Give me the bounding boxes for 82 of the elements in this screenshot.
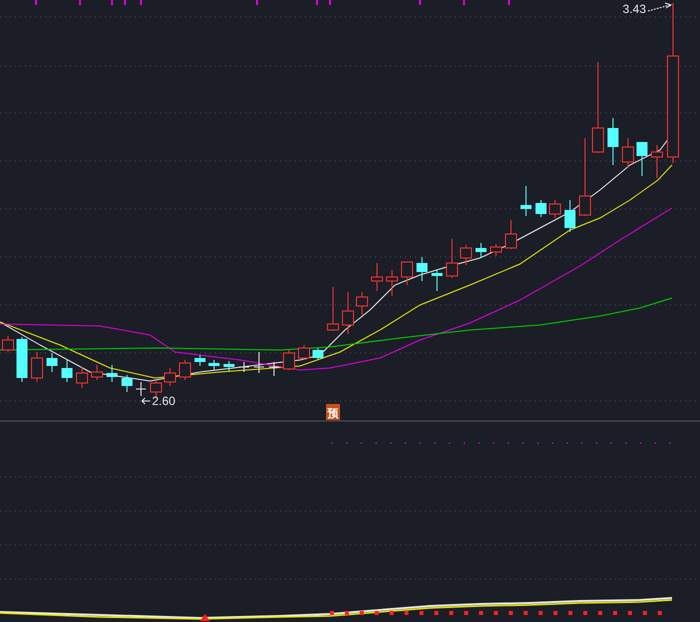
signal-tick <box>463 0 465 5</box>
signal-tick <box>124 0 126 5</box>
candlestick <box>238 362 250 372</box>
signal-marker <box>434 611 438 615</box>
candlestick <box>416 256 428 282</box>
candlestick <box>106 364 118 382</box>
candlestick <box>536 200 546 218</box>
candlestick <box>283 350 295 370</box>
candlestick <box>476 242 486 258</box>
signal-marker <box>494 611 498 615</box>
candlestick <box>122 374 132 392</box>
candlestick <box>636 142 648 176</box>
signal-marker <box>374 611 379 615</box>
candlestick <box>371 262 383 292</box>
candlestick <box>446 238 458 278</box>
signal-marker <box>538 611 543 615</box>
signal-marker <box>419 611 424 615</box>
signal-marker <box>613 611 618 615</box>
signal-marker <box>390 611 394 615</box>
signal-marker <box>554 611 558 615</box>
signal-marker <box>524 611 528 615</box>
forecast-badge: 预 <box>326 404 340 420</box>
candlestick <box>194 354 206 366</box>
candlestick <box>312 348 324 360</box>
signal-marker <box>568 611 572 615</box>
candlestick <box>62 360 72 382</box>
signal-tick <box>329 0 331 5</box>
signal-marker <box>598 611 602 615</box>
candlestick <box>224 360 234 372</box>
signal-tick <box>508 0 510 5</box>
candlestick <box>505 220 517 250</box>
candlestick <box>136 382 146 396</box>
candlestick <box>342 292 354 334</box>
candlestick <box>490 244 502 256</box>
candlestick <box>76 366 88 388</box>
arrow <box>648 2 672 12</box>
price-label: 3.43 <box>622 2 646 16</box>
candlestick <box>460 244 472 266</box>
candlestick <box>298 344 310 360</box>
signal-tick <box>256 0 258 5</box>
candlestick <box>401 262 413 286</box>
candlestick <box>150 380 162 398</box>
signal-tick <box>79 0 81 5</box>
signal-marker <box>508 611 513 615</box>
signal-marker <box>658 611 662 615</box>
signal-marker <box>464 611 468 615</box>
candlestick <box>520 186 532 216</box>
candlestick <box>564 200 576 232</box>
signal-tick <box>419 0 421 5</box>
candlestick <box>432 270 442 292</box>
candlestick <box>622 138 634 168</box>
candlestick <box>651 144 663 178</box>
candlestick <box>179 360 191 380</box>
candlestick <box>254 352 264 374</box>
signal-tick <box>111 0 113 5</box>
price-label: 2.60 <box>152 394 176 408</box>
signal-marker <box>479 611 483 615</box>
candlestick <box>268 362 280 376</box>
candlestick <box>356 292 368 316</box>
candlestick <box>549 200 561 218</box>
candlestick <box>31 352 43 382</box>
signal-marker <box>583 611 588 615</box>
candlestick <box>208 360 220 370</box>
signal-marker <box>344 611 349 615</box>
signal-marker <box>642 611 647 615</box>
candlestick <box>608 118 618 166</box>
candlestick <box>386 270 398 296</box>
signal-tick <box>140 0 142 5</box>
candlestick <box>164 368 176 386</box>
arrow <box>141 398 150 404</box>
signal-marker <box>360 611 364 615</box>
signal-marker <box>330 611 334 615</box>
signal-marker <box>628 611 632 615</box>
signal-tick <box>35 0 37 5</box>
candlestick <box>16 336 28 382</box>
signal-tick <box>316 0 318 5</box>
candlestick <box>327 286 339 332</box>
candlestick <box>46 352 58 372</box>
signal-marker <box>404 611 408 615</box>
signal-marker <box>449 611 454 615</box>
candlestick <box>91 364 103 380</box>
triangle-marker <box>200 614 210 621</box>
